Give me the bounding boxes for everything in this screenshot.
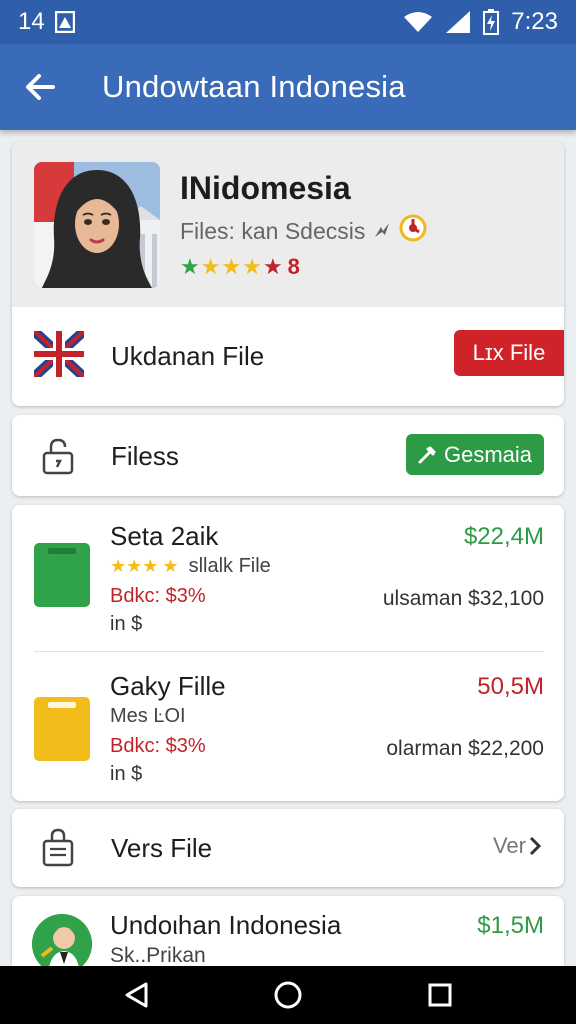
- divider: [34, 651, 544, 652]
- gesmaia-button[interactable]: Gesmaia: [406, 434, 544, 475]
- battery-icon: [483, 9, 500, 35]
- profile-name: INidomesia: [180, 170, 351, 206]
- notification-icon: [54, 11, 75, 33]
- status-time: 7:23: [511, 8, 558, 35]
- lock-icon: [42, 437, 74, 480]
- vers-link[interactable]: Ver: [493, 833, 542, 859]
- app-bar: Undowtaan Indonesia: [0, 44, 576, 130]
- triangle-back-icon: [125, 982, 148, 1008]
- chevron-right-icon: [529, 836, 542, 856]
- share-icon: [373, 218, 391, 245]
- clock-badge-icon: [399, 214, 427, 248]
- files-label: Filess: [111, 441, 179, 471]
- item-subtitle-text: sllalk File: [188, 555, 271, 577]
- nav-recents-button[interactable]: [410, 966, 470, 1024]
- item-title: Undoιhan Indonesia: [110, 910, 342, 940]
- page-title: Undowtaan Indonesia: [102, 69, 406, 104]
- profile-subtitle-text: Files: kan Sdecsis: [180, 217, 366, 244]
- item-price: $22,4M: [463, 523, 544, 550]
- uk-flag-icon: [30, 327, 88, 381]
- link-file-button[interactable]: Lɪx File: [454, 330, 564, 376]
- list-item[interactable]: Gaky Fille Mes ĿOI Bdkc: $3% in $ 50,5M …: [12, 655, 564, 801]
- wrench-icon: [418, 446, 436, 463]
- vers-link-label: Ver: [492, 833, 526, 858]
- star-icon: ★: [242, 254, 262, 279]
- star-icon: ★: [200, 254, 221, 279]
- file-list-card: Seta 2aik ★★★ ★ sllalk File Bdkc: $3% in …: [12, 505, 564, 801]
- star-icon: ★: [262, 254, 283, 279]
- nav-home-button[interactable]: [258, 966, 318, 1024]
- list-item[interactable]: Seta 2aik ★★★ ★ sllalk File Bdkc: $3% in …: [12, 505, 564, 653]
- clipboard-lock-icon: [42, 827, 74, 872]
- star-half-icon: ★: [162, 556, 179, 576]
- avatar[interactable]: [34, 162, 160, 288]
- back-button[interactable]: [0, 44, 80, 130]
- profile-header: INidomesia Files: kan Sdecsis ★ ★ ★ ★ ★ …: [12, 142, 564, 307]
- arrow-left-icon: [26, 74, 55, 100]
- files-card[interactable]: Filess Gesmaia: [12, 415, 564, 496]
- gesmaia-button-label: Gesmaia: [443, 441, 533, 467]
- yellow-file-icon: [34, 697, 90, 761]
- item-bdkc: Bdkc: $3%: [110, 585, 206, 607]
- avatar: [32, 914, 92, 974]
- green-file-icon: [34, 543, 90, 607]
- item-price: $1,5M: [477, 912, 544, 939]
- status-bar: 14 7:23: [0, 0, 576, 44]
- star-icon: ★: [221, 254, 242, 279]
- circle-home-icon: [274, 981, 302, 1009]
- item-bdkc: Bdkc: $3%: [110, 735, 206, 757]
- item-subtitle: Mes ĿOI: [110, 705, 186, 727]
- star-icon: ★★★: [110, 556, 159, 576]
- item-sub-price: olarman $22,200: [386, 737, 544, 760]
- item-subtitle: ★★★ ★ sllalk File: [110, 555, 271, 578]
- star-icon: ★: [180, 254, 200, 279]
- profile-card: INidomesia Files: kan Sdecsis ★ ★ ★ ★ ★ …: [12, 142, 564, 406]
- vers-file-card[interactable]: Vers File Ver: [12, 809, 564, 887]
- wifi-icon: [403, 11, 433, 33]
- profile-subtitle: Files: kan Sdecsis: [180, 214, 427, 248]
- item-in: in $: [110, 763, 143, 785]
- signal-icon: [445, 10, 471, 34]
- item-sub-price: ulsaman $32,100: [382, 587, 544, 610]
- rating: ★ ★ ★ ★ ★ 8: [180, 254, 300, 280]
- item-subtitle: Sk..Prikan: [110, 944, 206, 967]
- item-price: 50,5M: [477, 673, 544, 700]
- list-item[interactable]: Undoιhan Indonesia Sk..Prikan $1,5M: [12, 896, 564, 976]
- item-title: Seta 2aik: [110, 521, 219, 551]
- item-in: in $: [110, 613, 143, 635]
- uk-file-label: Ukdanan File: [111, 340, 265, 371]
- vers-file-label: Vers File: [111, 833, 213, 863]
- square-recents-icon: [428, 983, 452, 1007]
- uk-file-row[interactable]: Ukdanan File Lɪx File: [12, 307, 564, 405]
- nav-back-button[interactable]: [106, 966, 166, 1024]
- item-title: Gaky Fille: [110, 671, 226, 701]
- rating-badge: 8: [287, 254, 300, 279]
- system-nav-bar: [0, 966, 576, 1024]
- status-time-left: 14: [18, 8, 45, 35]
